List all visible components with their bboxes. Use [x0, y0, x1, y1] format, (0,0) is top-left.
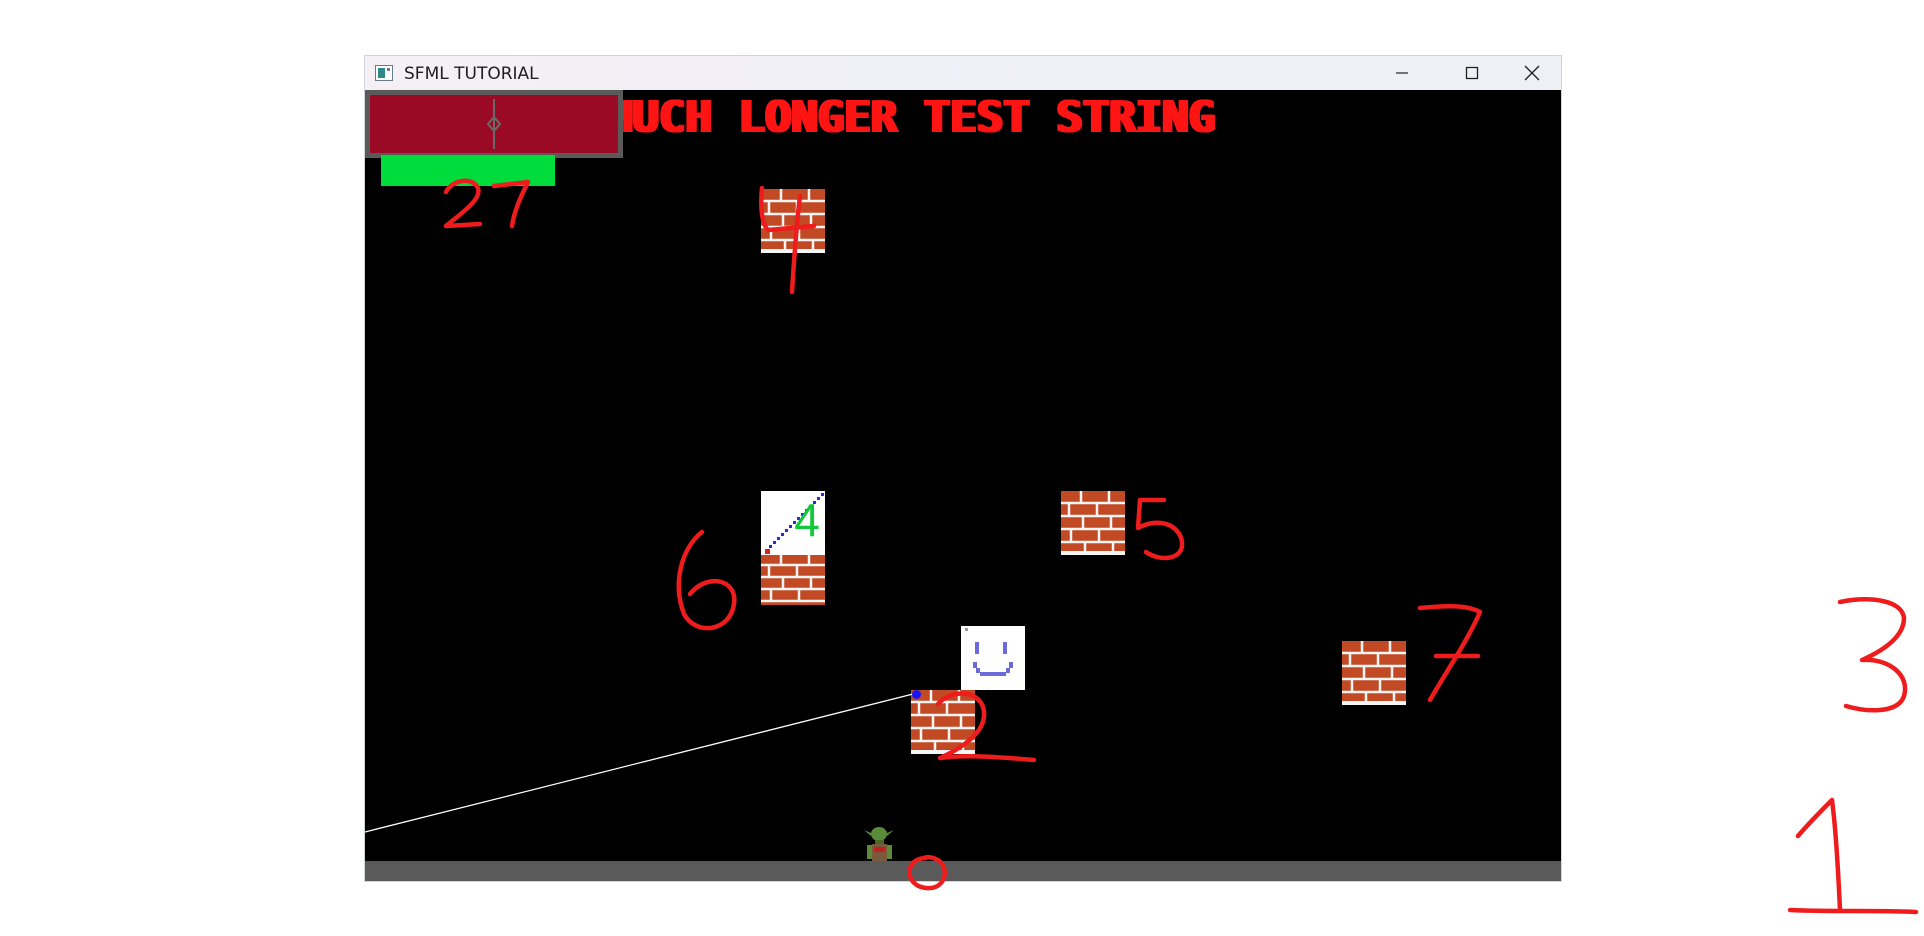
annotation-1 — [1787, 907, 1919, 915]
window-title: SFML TUTORIAL — [404, 64, 539, 84]
close-button[interactable] — [1503, 56, 1561, 90]
raycast-line — [365, 693, 914, 833]
maximize-button[interactable] — [1437, 56, 1507, 90]
game-window: SFML TUTORIAL MUCH LONGER TEST STRING 4 — [365, 56, 1561, 881]
minimize-icon — [1396, 72, 1408, 74]
annotation-3 — [1837, 597, 1908, 713]
close-icon — [1524, 65, 1540, 81]
title-bar[interactable]: SFML TUTORIAL — [365, 56, 1561, 90]
maximize-icon — [1465, 66, 1479, 80]
game-canvas[interactable]: MUCH LONGER TEST STRING 4 — [365, 90, 1561, 881]
ray-hit-point — [912, 690, 921, 699]
minimize-button[interactable] — [1367, 56, 1437, 90]
app-icon — [375, 65, 393, 81]
annotation-1 — [1795, 797, 1843, 913]
ground-platform — [365, 861, 1561, 881]
